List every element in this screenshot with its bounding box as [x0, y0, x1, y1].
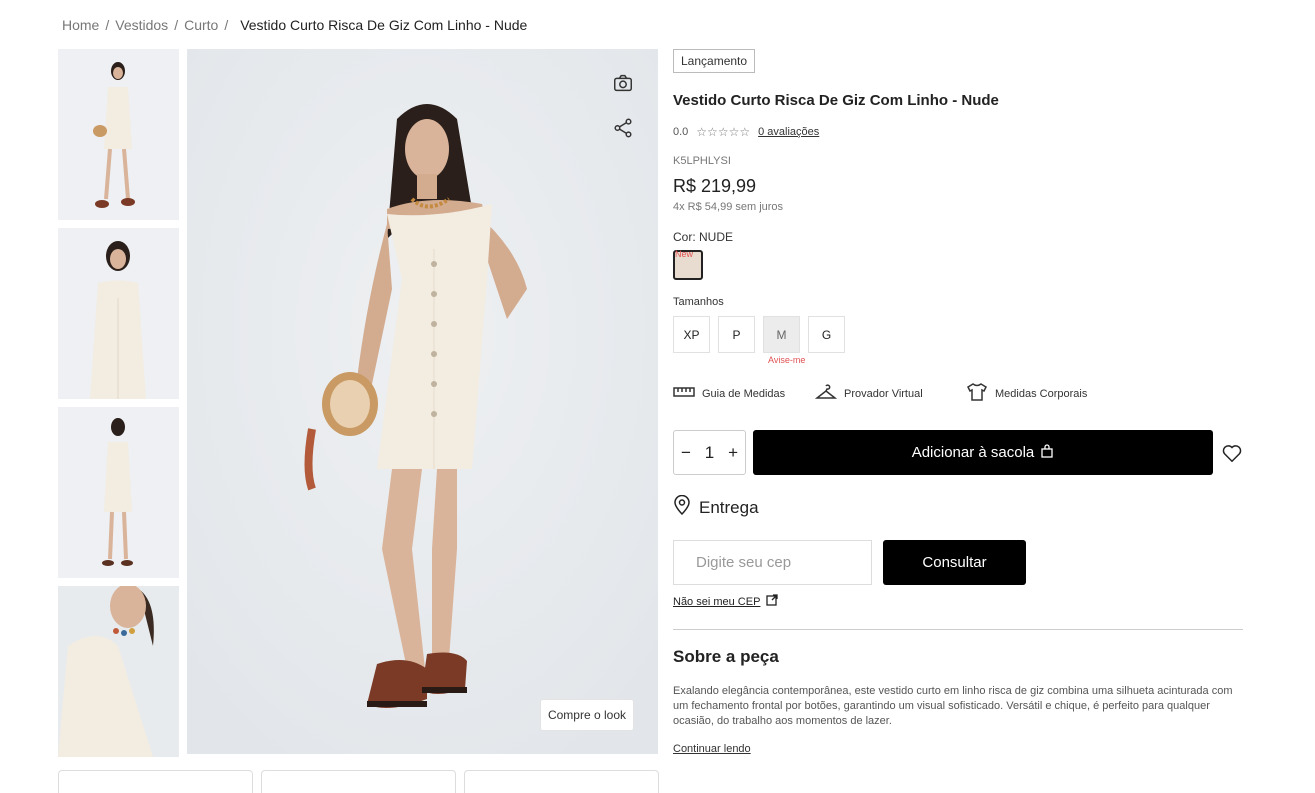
- breadcrumb: Home / Vestidos / Curto / Vestido Curto …: [62, 17, 527, 33]
- size-guide-link[interactable]: Guia de Medidas: [673, 383, 815, 404]
- virtual-fitting-label: Provador Virtual: [844, 387, 923, 400]
- add-to-bag-label: Adicionar à sacola: [911, 444, 1035, 461]
- share-icon[interactable]: [612, 117, 634, 139]
- thumbnail-3[interactable]: [58, 407, 179, 578]
- color-swatch-nude[interactable]: New: [673, 249, 703, 280]
- body-measurements-label: Medidas Corporais: [995, 387, 1088, 400]
- installments-text: 4x R$ 54,99 sem juros: [673, 201, 784, 213]
- consult-button[interactable]: Consultar: [883, 540, 1026, 585]
- star-rating-icon: ☆☆☆☆☆: [696, 125, 751, 139]
- size-p[interactable]: P: [718, 316, 755, 353]
- reviews-link[interactable]: 0 avaliações: [758, 126, 819, 138]
- hanger-icon: [814, 383, 838, 404]
- cep-row: Consultar: [673, 540, 1243, 585]
- body-measurements-link[interactable]: Medidas Corporais: [966, 383, 1087, 404]
- ruler-icon: [673, 383, 695, 404]
- wishlist-heart-icon[interactable]: [1221, 442, 1243, 464]
- divider: [673, 629, 1243, 630]
- breadcrumb-separator: /: [105, 17, 110, 33]
- buy-row: − 1 + Adicionar à sacola: [673, 430, 1243, 475]
- tshirt-icon: [966, 383, 988, 404]
- increase-qty-button[interactable]: +: [728, 443, 738, 463]
- quantity-stepper: − 1 +: [673, 430, 746, 475]
- size-guide-label: Guia de Medidas: [702, 387, 786, 400]
- add-to-bag-button[interactable]: Adicionar à sacola: [753, 430, 1213, 475]
- size-selector: XP P M G: [673, 316, 1243, 353]
- external-link-icon: [766, 594, 779, 609]
- delivery-section: Entrega: [673, 494, 1243, 520]
- rating-row: 0.0 ☆☆☆☆☆ 0 avaliações: [673, 125, 1243, 139]
- notify-me-link[interactable]: Avise-me: [768, 355, 1243, 365]
- delivery-label: Entrega: [699, 497, 759, 517]
- product-title: Vestido Curto Risca De Giz Com Linho - N…: [673, 92, 999, 109]
- feature-box: [261, 770, 456, 793]
- color-label: Cor: NUDE: [673, 230, 734, 244]
- new-badge: New: [675, 249, 694, 259]
- camera-icon[interactable]: [612, 72, 634, 94]
- main-product-image[interactable]: Compre o look: [187, 49, 658, 754]
- thumbnail-list: [58, 49, 179, 765]
- about-title: Sobre a peça: [673, 647, 779, 666]
- shop-the-look-button[interactable]: Compre o look: [539, 699, 634, 731]
- breadcrumb-home[interactable]: Home: [62, 17, 99, 33]
- about-text: Exalando elegância contemporânea, este v…: [673, 685, 1233, 727]
- continue-reading-link[interactable]: Continuar lendo: [673, 743, 751, 755]
- location-pin-icon: [673, 494, 691, 520]
- size-g[interactable]: G: [808, 316, 845, 353]
- thumbnail-2[interactable]: [58, 228, 179, 399]
- sizes-label: Tamanhos: [673, 296, 724, 308]
- breadcrumb-vestidos[interactable]: Vestidos: [115, 17, 168, 33]
- bag-icon: [1040, 443, 1054, 462]
- quantity-value: 1: [704, 442, 715, 462]
- product-info: Lançamento Vestido Curto Risca De Giz Co…: [673, 49, 1243, 757]
- decrease-qty-button[interactable]: −: [681, 443, 691, 463]
- product-sku: K5LPHLYSI: [673, 155, 731, 167]
- size-xp[interactable]: XP: [673, 316, 710, 353]
- feature-box: [58, 770, 253, 793]
- sizing-tools: Guia de Medidas Provador Virtual Medidas…: [673, 383, 1243, 404]
- virtual-fitting-link[interactable]: Provador Virtual: [814, 383, 966, 404]
- thumbnail-4[interactable]: [58, 586, 179, 757]
- dont-know-cep-link[interactable]: Não sei meu CEP: [673, 594, 1243, 609]
- feature-box: [464, 770, 659, 793]
- breadcrumb-separator: /: [224, 17, 229, 33]
- cep-input[interactable]: [673, 540, 872, 585]
- breadcrumb-current: Vestido Curto Risca De Giz Com Linho - N…: [240, 17, 528, 33]
- breadcrumb-curto[interactable]: Curto: [184, 17, 218, 33]
- dont-know-cep-label: Não sei meu CEP: [673, 595, 761, 608]
- breadcrumb-separator: /: [174, 17, 179, 33]
- rating-value: 0.0: [673, 126, 689, 138]
- thumbnail-1[interactable]: [58, 49, 179, 220]
- bottom-feature-boxes: [58, 770, 659, 793]
- size-m[interactable]: M: [763, 316, 800, 353]
- product-price: R$ 219,99: [673, 176, 757, 196]
- launch-badge: Lançamento: [673, 49, 756, 73]
